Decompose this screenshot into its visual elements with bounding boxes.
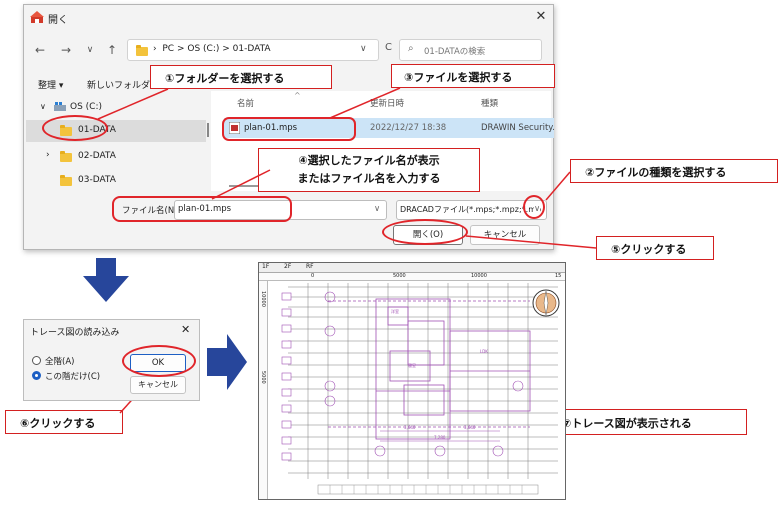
file-modified: 2022/12/27 18:38 (370, 123, 447, 133)
column-header-name[interactable]: 名前 (237, 97, 254, 109)
new-folder-button[interactable]: 新しいフォルダー (87, 78, 159, 91)
trace-dialog-title: トレース図の読み込み (30, 328, 120, 338)
dialog-title: 開く (48, 15, 68, 26)
ruler-tick: 15 (555, 273, 562, 279)
sidebar-scrollbar[interactable] (207, 123, 209, 137)
dim-label: 3,640 (464, 425, 476, 430)
sidebar-item-03-data[interactable]: 03-DATA (26, 170, 206, 192)
ruler-left (259, 281, 268, 499)
callout-select-file: ③ファイルを選択する (391, 64, 555, 88)
cad-trace-view: 1F 2F RF 0 5000 10000 15 10000 5000 3,64… (258, 262, 566, 500)
callout-trace-shown: ⑦トレース図が表示される (547, 409, 747, 435)
highlight-open (382, 219, 468, 245)
ruler-top (259, 273, 565, 281)
callout-filename-line2: またはファイル名を入力する (297, 172, 441, 185)
refresh-icon[interactable]: C (385, 42, 392, 53)
chevron-down-icon[interactable]: ∨ (360, 44, 367, 54)
folder-icon (60, 151, 72, 162)
callout-filename-line1: ④選択したファイル名が表示 (298, 154, 440, 167)
search-icon: ⌕ (408, 43, 414, 54)
forward-icon[interactable]: → (58, 42, 74, 58)
ruler-tick: 5000 (260, 371, 266, 384)
room-label: 洋室 (391, 308, 399, 314)
ruler-tick: 10000 (260, 291, 266, 307)
dim-label: 7,280 (434, 435, 446, 440)
highlight-ok (122, 345, 196, 377)
column-header-type[interactable]: 種類 (481, 97, 498, 109)
callout-filename: ④選択したファイル名が表示 またはファイル名を入力する (258, 148, 480, 192)
callout-select-filetype: ②ファイルの種類を選択する (570, 159, 778, 183)
filetype-value: DRACADファイル(*.mps;*.mpz;*.mp (400, 205, 542, 214)
column-header-modified[interactable]: 更新日時 (370, 97, 404, 109)
radio-all-floors-label: 全階(A) (45, 357, 75, 367)
sort-up-icon: ^ (294, 91, 301, 100)
ruler-tick: 0 (311, 273, 315, 279)
tab-2f[interactable]: 2F (284, 263, 291, 270)
callout-click-open: ⑤クリックする (596, 236, 714, 260)
breadcrumb-os[interactable]: OS (C:) (187, 44, 219, 54)
app-icon (30, 11, 44, 23)
folder-icon (136, 45, 148, 56)
sidebar-item-label: 02-DATA (78, 151, 116, 161)
search-placeholder: 01-DATAの検索 (424, 47, 486, 57)
breadcrumb-sep: › (153, 44, 160, 54)
file-type: DRAWIN Security. (481, 123, 555, 133)
chevron-down-icon[interactable]: ∨ (374, 204, 380, 214)
breadcrumb-pc[interactable]: PC (162, 44, 174, 54)
cancel-button[interactable]: キャンセル (470, 225, 540, 245)
recent-locations-icon[interactable]: ∨ (82, 42, 98, 58)
close-icon[interactable]: ✕ (181, 323, 190, 336)
compass-icon (532, 289, 560, 317)
ruler-tick: 10000 (471, 273, 487, 279)
arrow-right-icon (207, 334, 247, 390)
up-folder-icon[interactable]: ↑ (104, 42, 120, 58)
arrow-down-icon (83, 258, 129, 302)
breadcrumb-sep: > (176, 44, 185, 54)
floor-tab-bar (259, 263, 565, 273)
highlight-filename (112, 196, 292, 222)
breadcrumb: › PC > OS (C:) > 01-DATA (153, 44, 271, 54)
callout-click-ok: ⑥クリックする (5, 410, 123, 434)
sidebar-item-02-data[interactable]: › 02-DATA (26, 146, 206, 168)
highlight-folder (42, 115, 108, 141)
breadcrumb-sep: > (222, 44, 230, 54)
trace-cancel-button[interactable]: キャンセル (130, 376, 186, 394)
tab-rf[interactable]: RF (306, 263, 314, 270)
floor-plan-drawing: 3,640 3,640 7,280 洋室 LDK 寝室 (281, 283, 560, 495)
room-label: 寝室 (408, 362, 416, 368)
callout-select-folder: ①フォルダーを選択する (150, 65, 332, 89)
radio-this-floor-label: この階だけ(C) (45, 372, 101, 382)
tab-1f[interactable]: 1F (262, 263, 269, 270)
dim-label: 3,640 (404, 425, 416, 430)
drive-icon (54, 102, 66, 112)
organize-button[interactable]: 整理 ▾ (38, 78, 63, 91)
ruler-tick: 5000 (393, 273, 406, 279)
sidebar-item-os[interactable]: ∨ OS (C:) (26, 97, 206, 119)
back-icon[interactable]: ← (32, 42, 48, 58)
room-label: LDK (480, 349, 488, 354)
sidebar-item-label: OS (C:) (70, 102, 102, 112)
highlight-file (222, 117, 356, 141)
address-bar[interactable]: › PC > OS (C:) > 01-DATA ∨ (127, 39, 379, 61)
radio-all-floors[interactable] (32, 356, 41, 365)
folder-icon (60, 175, 72, 186)
chevron-down-icon: ∨ (40, 102, 46, 111)
search-input[interactable]: ⌕ 01-DATAの検索 (399, 39, 542, 61)
breadcrumb-folder[interactable]: 01-DATA (233, 44, 271, 54)
highlight-filetype (523, 195, 545, 219)
chevron-right-icon: › (46, 150, 50, 160)
sidebar-item-label: 03-DATA (78, 175, 116, 185)
radio-this-floor[interactable] (32, 371, 41, 380)
close-icon[interactable]: ✕ (533, 9, 549, 25)
